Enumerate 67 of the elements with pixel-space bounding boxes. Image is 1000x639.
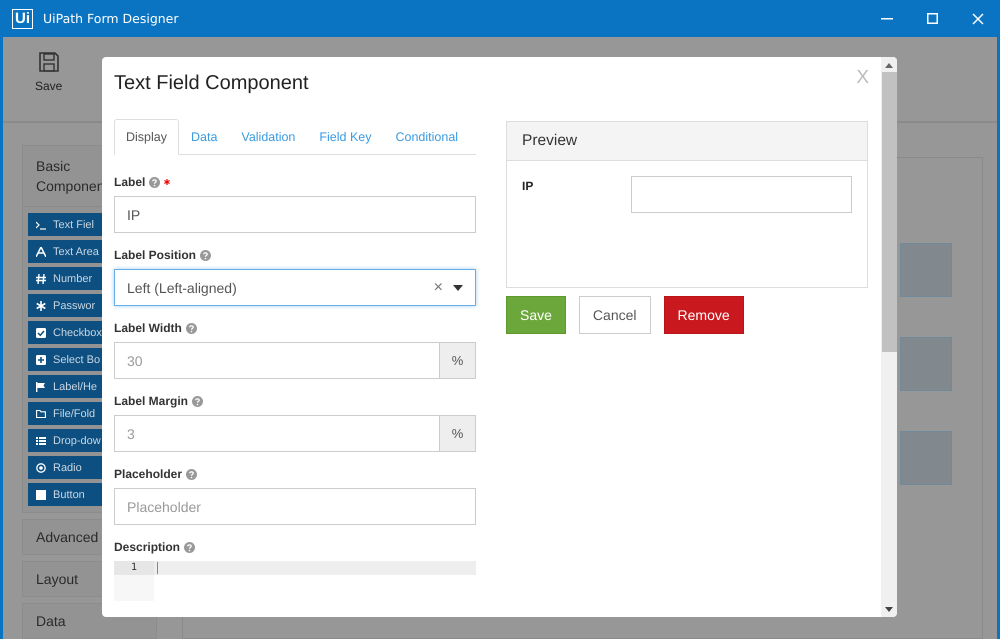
square-icon: [36, 490, 46, 500]
list-icon: [36, 436, 46, 446]
asterisk-icon: [36, 300, 46, 310]
dialog-button[interactable]: Cancel: [578, 296, 651, 334]
maximize-icon[interactable]: [927, 13, 938, 24]
panel-title: Preview: [522, 132, 578, 150]
dialog-button[interactable]: Save: [506, 296, 566, 334]
folder-icon: [36, 408, 46, 418]
field-label: Label Margin: [114, 394, 188, 408]
text-field[interactable]: [631, 176, 852, 213]
window-title: UiPath Form Designer: [43, 11, 179, 26]
component-item[interactable]: Radio: [28, 456, 102, 479]
help-icon[interactable]: [149, 176, 160, 188]
component-placeholder: [900, 337, 952, 391]
tab[interactable]: Display: [114, 119, 179, 155]
component-item[interactable]: Text Fiel: [28, 213, 102, 236]
scroll-up-icon[interactable]: [885, 63, 893, 68]
dialog-button[interactable]: Remove: [664, 296, 744, 334]
select-field[interactable]: Left (Left-aligned) ×: [114, 269, 476, 306]
component-item[interactable]: Passwor: [28, 294, 102, 317]
help-icon[interactable]: [192, 396, 204, 406]
check-icon: [36, 328, 46, 338]
component-item[interactable]: Button: [28, 483, 102, 506]
unit-addon: %: [439, 342, 476, 379]
code-editor[interactable]: 1: [114, 561, 476, 601]
component-item[interactable]: File/Fold: [28, 402, 102, 425]
field-label: Placeholder: [114, 467, 182, 481]
radio-icon: [36, 462, 46, 472]
text-field[interactable]: IP: [114, 196, 476, 233]
dialog-title: Text Field Component: [114, 72, 309, 95]
plus-icon: [36, 354, 46, 364]
component-item[interactable]: Select Bo: [28, 348, 102, 371]
help-icon[interactable]: [184, 542, 196, 552]
save-button[interactable]: Save: [31, 49, 66, 95]
component-item[interactable]: Checkbox: [28, 321, 102, 344]
tab[interactable]: Data: [179, 119, 230, 155]
component-placeholder: [900, 431, 952, 485]
unit-addon: %: [439, 415, 476, 452]
terminal-icon: [36, 220, 46, 230]
field-label: Label Position: [114, 248, 196, 262]
field-label: IP: [522, 179, 534, 193]
scrollbar[interactable]: [881, 57, 897, 617]
flag-icon: [36, 382, 46, 392]
tab[interactable]: Field Key: [307, 119, 384, 155]
field-label: Label Width: [114, 321, 182, 335]
component-item[interactable]: Drop-dow: [28, 429, 102, 452]
caret-icon: [453, 284, 463, 290]
field-label: Description: [114, 540, 180, 554]
help-icon[interactable]: [186, 322, 197, 334]
component-placeholder: [900, 243, 952, 297]
field-label: Label: [114, 175, 146, 189]
hash-icon: [36, 274, 46, 284]
letter-icon: [36, 246, 46, 256]
number-field[interactable]: 30: [114, 342, 439, 379]
tab[interactable]: Validation: [229, 119, 308, 155]
close-icon[interactable]: [972, 12, 984, 24]
tab[interactable]: Conditional: [384, 119, 470, 155]
help-icon[interactable]: [186, 468, 198, 480]
help-icon[interactable]: [200, 250, 212, 260]
component-item[interactable]: Number: [28, 267, 102, 290]
number-field[interactable]: 3: [114, 415, 439, 452]
app-logo: Ui: [12, 8, 33, 28]
component-item[interactable]: Text Area: [28, 240, 102, 263]
scroll-down-icon[interactable]: [885, 607, 893, 612]
component-item[interactable]: Label/He: [28, 375, 102, 398]
minimize-icon[interactable]: [881, 18, 893, 20]
text-field[interactable]: Placeholder: [114, 488, 476, 525]
